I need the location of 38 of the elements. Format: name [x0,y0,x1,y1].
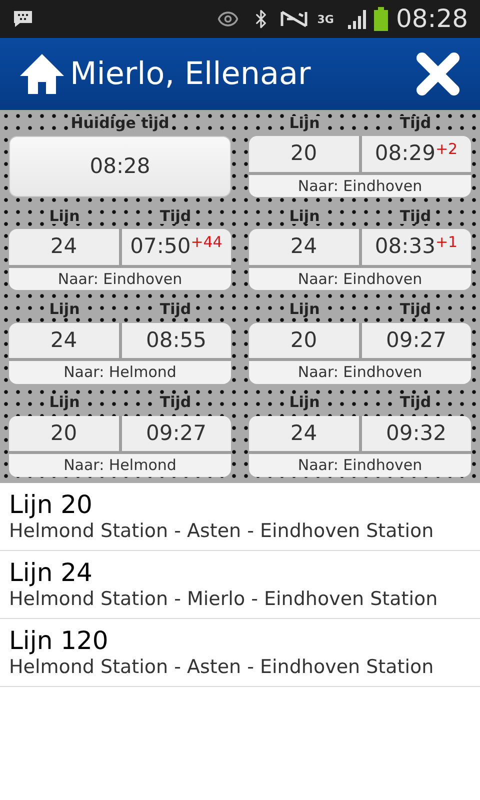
departure-card[interactable]: 24 08:55 Naar: Helmond [9,322,231,384]
route-stops: Helmond Station - Mierlo - Eindhoven Station [9,588,439,612]
route-stops: Helmond Station - Asten - Eindhoven Station [9,656,435,680]
departure-card[interactable]: 20 09:27 Naar: Eindhoven [249,322,471,384]
line-cell: 20 [9,416,118,452]
current-time: 08:28 [90,152,150,180]
destination: Naar: Eindhoven [249,454,471,477]
destination: Naar: Eindhoven [249,268,471,290]
time-cell: 08:55 [122,322,231,358]
route-stops: Helmond Station - Asten - Eindhoven Station [9,520,435,544]
departure-card[interactable]: 24 09:32 Naar: Eindhoven [249,416,471,477]
route-item[interactable]: Lijn 24 Helmond Station - Mierlo - Eindhoven Station [0,551,480,619]
route-item[interactable]: Lijn 20 Helmond Station - Asten - Eindhoven Station [0,483,480,551]
destination: Naar: Helmond [9,361,231,384]
route-title: Lijn 24 [9,557,94,588]
destination: Naar: Helmond [9,454,231,477]
line-cell: 20 [249,136,358,172]
delay: +44 [190,232,222,254]
route-title: Lijn 120 [9,625,110,656]
line-cell: 24 [249,229,358,265]
line-cell: 24 [9,229,118,265]
window-title: Mierlo, Ellenaar [70,54,312,94]
line-cell: 24 [249,416,358,452]
network-type: 3G [317,14,334,24]
destination: Naar: Eindhoven [249,361,471,384]
route-item[interactable]: Lijn 120 Helmond Station - Asten - Eindhoven Station [0,619,480,687]
route-title: Lijn 20 [9,489,94,520]
time-cell: 09:27 [122,416,231,452]
clock: 08:28 [396,3,468,36]
delay: +1 [435,232,458,254]
line-cell: 24 [9,322,118,358]
line-cell: 20 [249,322,358,358]
departure-card[interactable]: 20 09:27 Naar: Helmond [9,416,231,477]
time-cell: 09:27 [362,322,471,358]
destination: Naar: Eindhoven [9,268,231,290]
destination: Naar: Eindhoven [249,174,471,197]
delay: +2 [435,139,458,160]
time-cell: 09:32 [362,416,471,452]
